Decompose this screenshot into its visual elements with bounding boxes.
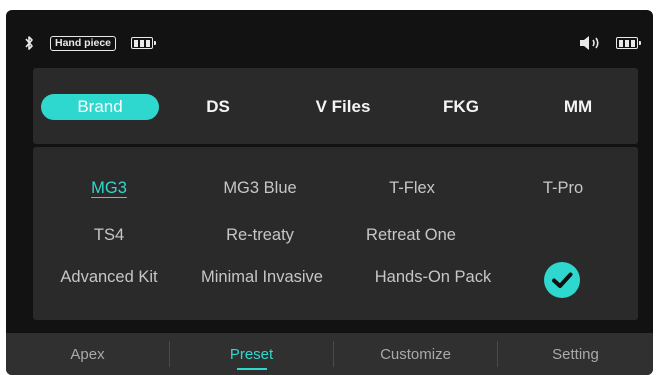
tab-preset-label: Preset — [229, 346, 274, 363]
tab-setting[interactable]: Setting — [498, 333, 653, 375]
brand-tab-brand[interactable]: Brand — [41, 94, 159, 120]
tab-apex-label: Apex — [70, 346, 105, 363]
bottom-tab-bar: Apex Preset Customize Setting — [6, 333, 653, 375]
brand-tab-mm[interactable]: MM — [543, 94, 613, 120]
checkmark-icon[interactable] — [544, 262, 580, 298]
brand-tab-fkg[interactable]: FKG — [426, 94, 496, 120]
brand-selector: Brand DS V Files FKG MM — [33, 68, 638, 144]
tab-setting-label: Setting — [552, 346, 599, 363]
brand-tab-ds[interactable]: DS — [183, 94, 253, 120]
preset-minimal-invasive[interactable]: Minimal Invasive — [201, 268, 323, 287]
preset-advanced-kit[interactable]: Advanced Kit — [60, 268, 157, 287]
brand-tab-v-files[interactable]: V Files — [303, 94, 383, 120]
preset-mg3[interactable]: MG3 — [91, 179, 127, 198]
battery-icon — [616, 37, 641, 49]
preset-retreat-one[interactable]: Retreat One — [366, 226, 456, 245]
handpiece-battery-icon — [131, 37, 156, 49]
device-label: Hand piece — [50, 36, 117, 51]
bluetooth-icon — [25, 36, 33, 50]
preset-re-treaty[interactable]: Re-treaty — [226, 226, 294, 245]
tab-preset[interactable]: Preset — [170, 333, 333, 375]
active-tab-indicator — [236, 368, 267, 370]
speaker-volume-icon[interactable] — [579, 35, 605, 51]
status-bar: Hand piece — [6, 10, 653, 66]
preset-t-pro[interactable]: T-Pro — [543, 179, 583, 198]
preset-t-flex[interactable]: T-Flex — [389, 179, 435, 198]
tab-customize[interactable]: Customize — [334, 333, 497, 375]
preset-grid: MG3 MG3 Blue T-Flex T-Pro TS4 Re-treaty … — [33, 147, 638, 320]
preset-hands-on-pack[interactable]: Hands-On Pack — [375, 268, 491, 287]
tab-customize-label: Customize — [380, 346, 451, 363]
preset-mg3-blue[interactable]: MG3 Blue — [223, 179, 296, 198]
preset-ts4[interactable]: TS4 — [94, 226, 124, 245]
device-screen: Hand piece Brand DS V Files FKG MM MG3 M… — [6, 10, 653, 375]
tab-apex[interactable]: Apex — [6, 333, 169, 375]
